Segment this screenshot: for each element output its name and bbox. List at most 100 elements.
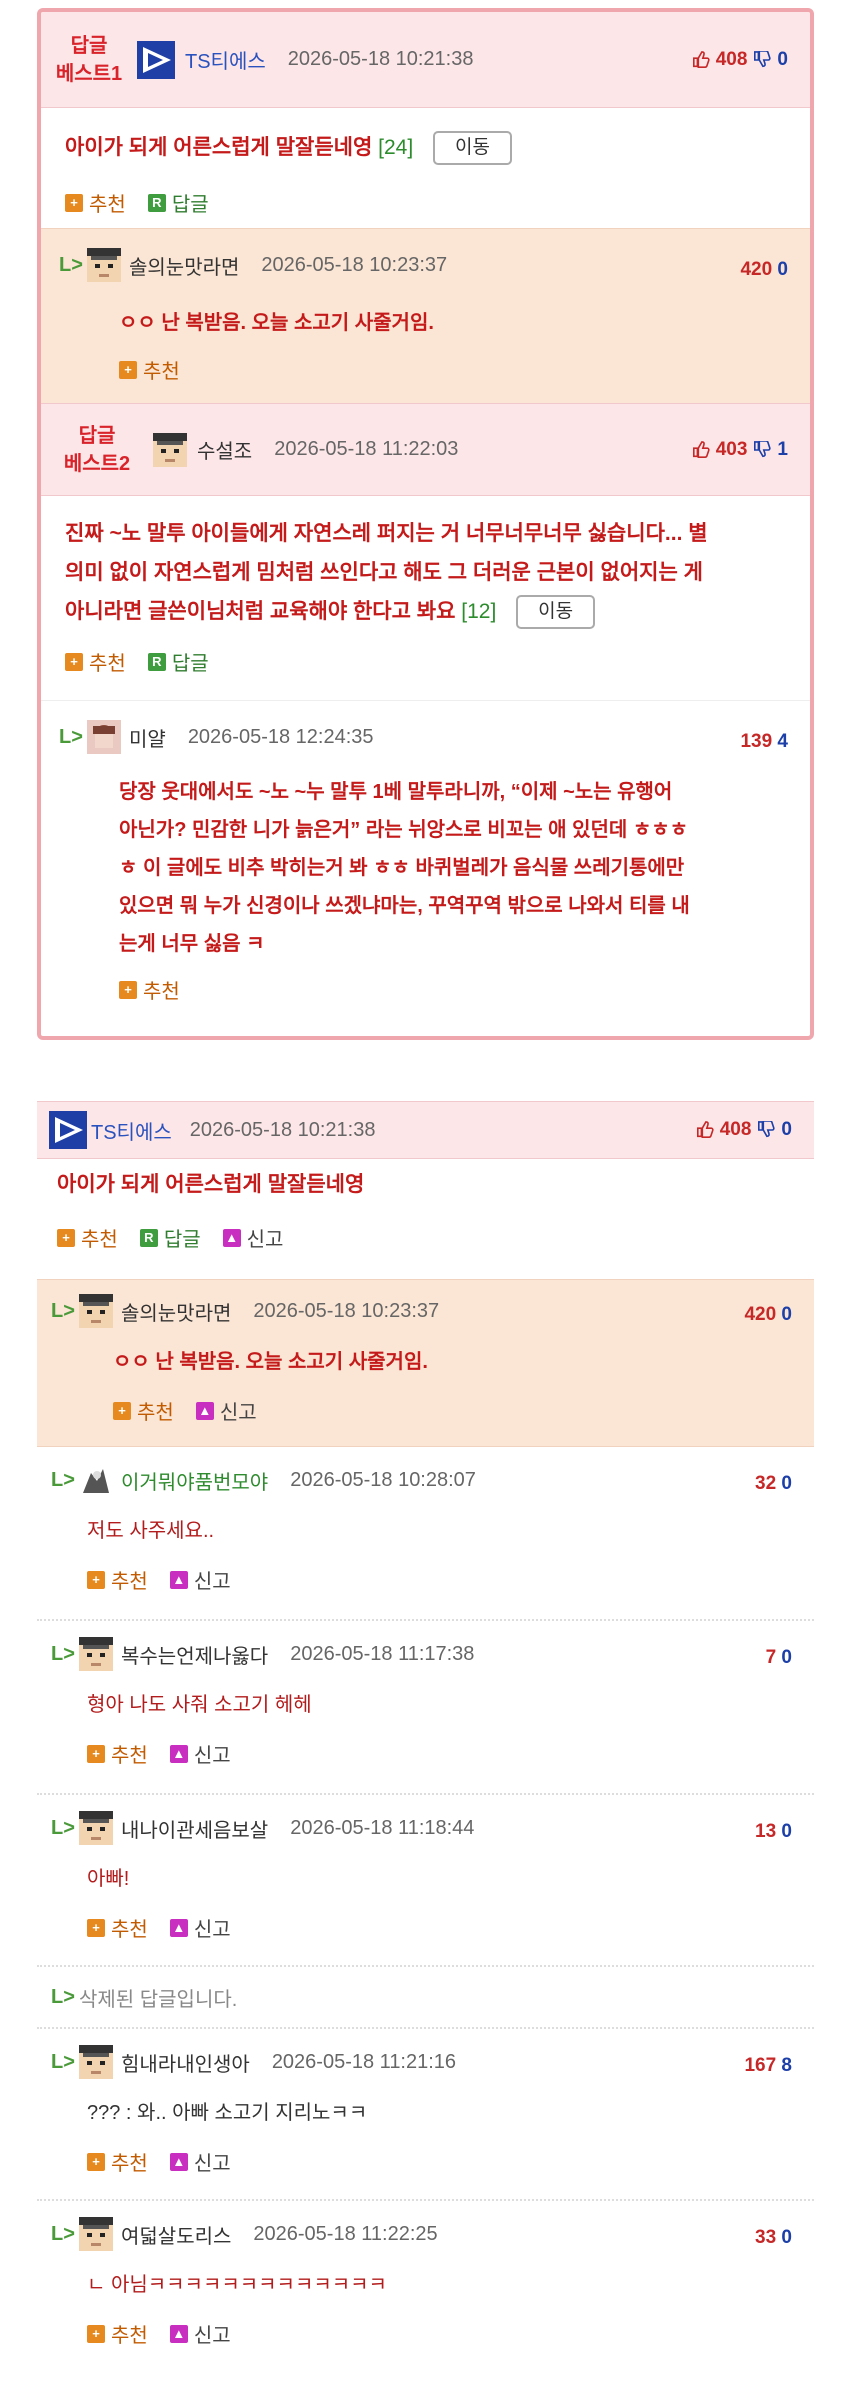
best2-reply-date: 2026-05-18 12:24:35 — [187, 725, 374, 748]
reply-author[interactable]: 솔의눈맛라면 — [121, 1297, 231, 1326]
plus-icon: + — [119, 360, 137, 379]
plus-icon: + — [87, 1918, 105, 1937]
best2-text-line3[interactable]: 아니라면 글쓴이님처럼 교육해야 한다고 봐요 — [65, 600, 455, 623]
down-count: 0 — [781, 1821, 792, 1842]
best2-reply-line2: 아닌가? 민감한 니가 늙은거” 라는 뉘앙스로 비꼬는 애 있던데 ㅎㅎㅎ — [119, 819, 689, 841]
best2-reply-count: [12] — [461, 600, 497, 623]
best1-author-name[interactable]: TS티에스 — [185, 45, 266, 74]
thumb-down-icon[interactable] — [757, 1121, 776, 1139]
plus-icon: + — [65, 652, 83, 671]
best2-down-count: 1 — [777, 438, 788, 460]
best2-reply-button[interactable]: R 답글 — [147, 647, 209, 676]
best1-down-count: 0 — [777, 48, 788, 70]
thread-title: 아이가 되게 어른스럽게 말잘듣네영 — [57, 1173, 365, 1196]
best1-title-row: 아이가 되게 어른스럽게 말잘듣네영 [24] 이동 — [65, 130, 786, 166]
report-button[interactable]: ▲ 신고 — [195, 1396, 257, 1425]
thread-recommend-button[interactable]: + 추천 — [57, 1223, 118, 1252]
reply-author[interactable]: 이거뭐야품번모야 — [121, 1466, 268, 1495]
thread-reply-button[interactable]: R 답글 — [139, 1223, 201, 1252]
up-count: 139 — [740, 731, 773, 752]
avatar — [79, 2217, 113, 2251]
up-count: 7 — [765, 1647, 777, 1668]
plus-icon: + — [87, 2152, 105, 2171]
recommend-button[interactable]: + 추천 — [119, 355, 180, 384]
best2-body: 진짜 ~노 말투 아이들에게 자연스레 퍼지는 거 너무너무너무 싫습니다...… — [41, 496, 810, 701]
report-label: 신고 — [193, 2325, 231, 2347]
thread-report-button[interactable]: ▲ 신고 — [222, 1223, 283, 1252]
best1-recommend-button[interactable]: + 추천 — [65, 188, 126, 217]
report-button[interactable]: ▲ 신고 — [169, 2319, 231, 2348]
best1-reply: L> 솔의눈맛라면 2026-05-18 10:23:37 420 0 ㅇㅇ 난… — [41, 228, 810, 404]
thread-author-name[interactable]: TS티에스 — [91, 1116, 172, 1145]
best1-title[interactable]: 아이가 되게 어른스럽게 말잘듣네영 — [65, 136, 372, 159]
thread-reply-7: L> 여덟살도리스 2026-05-18 11:22:25 33 0 ㄴ 아님ㅋ… — [37, 2201, 814, 2373]
reply-arrow-icon: L> — [51, 1642, 75, 1665]
thumb-down-icon[interactable] — [753, 50, 772, 69]
best1-reply-header: L> 솔의눈맛라면 2026-05-18 10:23:37 420 0 — [41, 229, 810, 287]
report-icon: ▲ — [169, 1744, 188, 1763]
reply-arrow-icon: L> — [51, 2222, 75, 2245]
thread-down-count: 0 — [781, 1119, 792, 1140]
reply-author[interactable]: 힘내라내인생아 — [121, 2048, 250, 2077]
up-count: 420 — [744, 1304, 777, 1325]
thumb-up-icon[interactable] — [692, 50, 710, 69]
avatar — [79, 1294, 113, 1328]
thumb-up-icon[interactable] — [696, 1121, 714, 1139]
deleted-reply: L> 삭제된 답글입니다. — [37, 1967, 814, 2029]
reply-date: 2026-05-18 11:18:44 — [290, 1816, 475, 1839]
recommend-button[interactable]: + 추천 — [113, 1396, 174, 1425]
best1-reply-author[interactable]: 솔의눈맛라면 — [129, 251, 239, 280]
reply-votes: 13 0 — [755, 1821, 792, 1843]
best2-tag-line1: 답글 — [78, 424, 116, 447]
reply-author[interactable]: 여덟살도리스 — [121, 2220, 231, 2249]
best2-actions: + 추천 R 답글 — [65, 647, 786, 676]
avatar — [87, 720, 121, 754]
reply-r-icon: R — [147, 193, 166, 212]
thread-actions: + 추천 R 답글 ▲ 신고 — [57, 1223, 814, 1252]
best2-tag: 답글 베스트2 — [41, 422, 153, 478]
down-count: 0 — [781, 2227, 792, 2248]
report-button[interactable]: ▲ 신고 — [169, 1565, 231, 1594]
recommend-button[interactable]: + 추천 — [87, 1565, 148, 1594]
plus-icon: + — [113, 1401, 131, 1420]
plus-icon: + — [65, 193, 83, 212]
recommend-button[interactable]: + 추천 — [87, 1739, 148, 1768]
down-count: 8 — [781, 2055, 792, 2076]
best1-author[interactable]: TS티에스 — [137, 40, 266, 79]
recommend-button[interactable]: + 추천 — [87, 2147, 148, 2176]
report-button[interactable]: ▲ 신고 — [169, 1913, 231, 1942]
report-button[interactable]: ▲ 신고 — [169, 1739, 231, 1768]
best1-votes: 408 0 — [692, 49, 788, 71]
reply-header: L> 이거뭐야품번모야 2026-05-18 10:28:07 32 0 — [37, 1447, 814, 1499]
reply-author[interactable]: 복수는언제나옳다 — [121, 1640, 268, 1669]
recommend-button[interactable]: + 추천 — [119, 975, 180, 1004]
reply-arrow-icon: L> — [51, 2050, 75, 2073]
report-button[interactable]: ▲ 신고 — [169, 2147, 231, 2176]
best2-author-name[interactable]: 수설조 — [197, 435, 252, 464]
best2-recommend-button[interactable]: + 추천 — [65, 647, 126, 676]
thumb-up-icon[interactable] — [692, 440, 710, 459]
reply-author[interactable]: 내나이관세음보살 — [121, 1814, 268, 1843]
avatar — [79, 1637, 113, 1671]
recommend-button[interactable]: + 추천 — [87, 2319, 148, 2348]
plus-icon: + — [57, 1228, 75, 1247]
recommend-label: 추천 — [111, 1745, 148, 1767]
down-count: 0 — [781, 1473, 792, 1494]
recommend-label: 추천 — [111, 1919, 148, 1941]
best2-text-line1: 진짜 ~노 말투 아이들에게 자연스레 퍼지는 거 너무너무너무 싫습니다...… — [65, 522, 708, 545]
best2-reply-author[interactable]: 미얄 — [129, 723, 166, 752]
best1-tag: 답글 베스트1 — [41, 32, 137, 88]
best2-text-line2: 의미 없이 자연스럽게 밈처럼 쓰인다고 해도 그 더러운 근본이 없어지는 게 — [65, 561, 703, 584]
best2-author[interactable]: 수설조 — [153, 432, 252, 467]
best1-reply-actions: + 추천 — [41, 341, 810, 384]
best1-move-button[interactable]: 이동 — [433, 131, 512, 166]
best2-reply-line4: 있으면 뭐 누가 신경이나 쓰겠냐마는, 꾸역꾸역 밖으로 나와서 티를 내 — [119, 895, 690, 917]
thread-reply-3: L> 복수는언제나옳다 2026-05-18 11:17:38 7 0 형아 나… — [37, 1621, 814, 1795]
thumb-down-icon[interactable] — [753, 440, 772, 459]
reply-actions: + 추천 ▲ 신고 — [37, 2131, 814, 2176]
thread-author[interactable]: TS티에스 — [49, 1111, 172, 1149]
recommend-button[interactable]: + 추천 — [87, 1913, 148, 1942]
best1-reply-button[interactable]: R 답글 — [147, 188, 209, 217]
best2-move-button[interactable]: 이동 — [516, 595, 596, 630]
reply-header: L> 솔의눈맛라면 2026-05-18 10:23:37 420 0 — [37, 1280, 814, 1330]
